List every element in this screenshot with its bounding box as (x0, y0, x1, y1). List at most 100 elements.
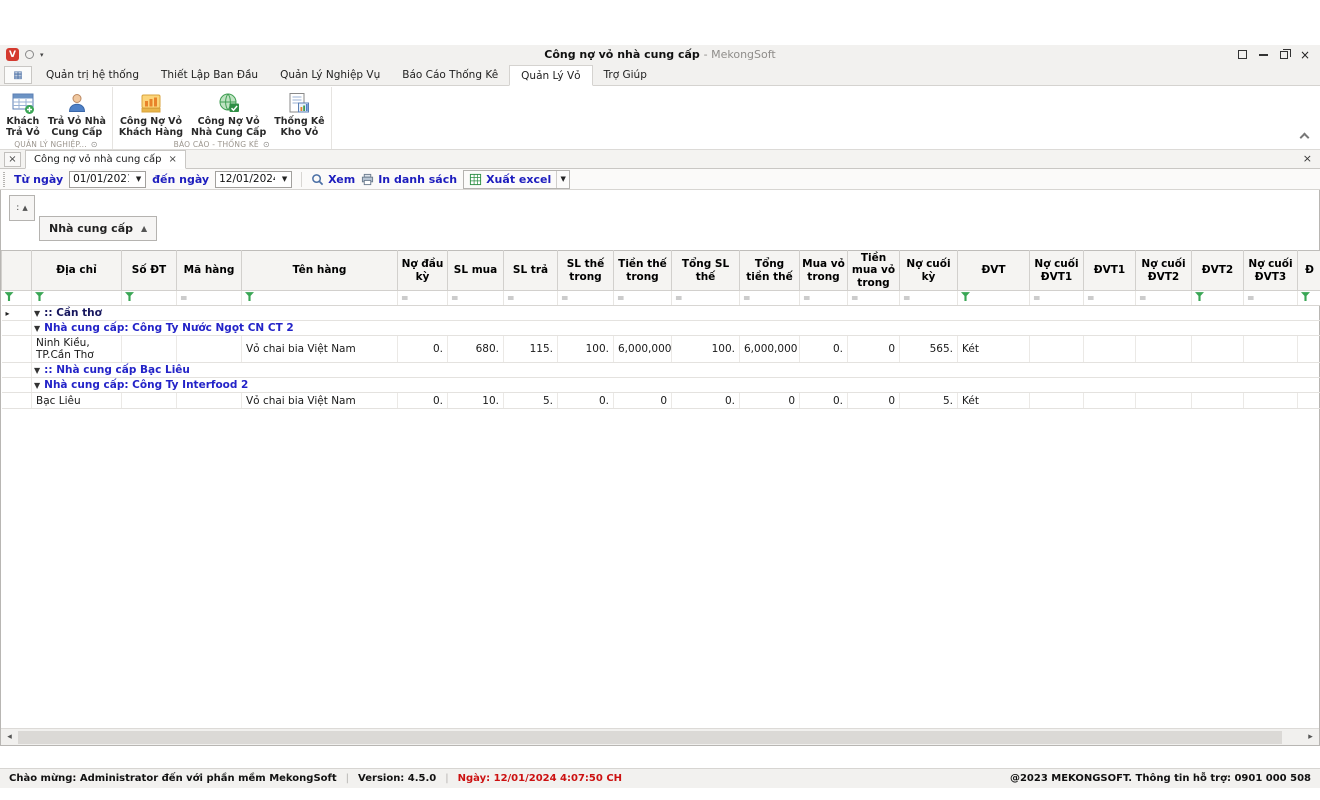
filter-cell[interactable]: = (614, 291, 672, 306)
cell-dia-chi[interactable]: Ninh Kiều, TP.Cần Thơ (32, 336, 122, 363)
col-header-mua-vo-trong[interactable]: Mua vỏ trong (800, 251, 848, 291)
cell-tong-tien-the[interactable]: 0 (740, 393, 800, 409)
ribbon-collapse-icon[interactable] (1300, 133, 1310, 143)
collapse-group-icon[interactable]: ▼ (34, 324, 40, 333)
col-header-clipped[interactable]: Đ (1298, 251, 1320, 291)
cell-no-cuoi-dvt2[interactable] (1136, 336, 1192, 363)
cell-no-cuoi-ky[interactable]: 565. (900, 336, 958, 363)
collapse-group-icon[interactable]: ▼ (34, 366, 40, 375)
col-header-no-cuoi-dvt1[interactable]: Nợ cuối ĐVT1 (1030, 251, 1084, 291)
quick-access-dropdown-icon[interactable]: ▾ (40, 51, 44, 59)
tab-tro-giup[interactable]: Trợ Giúp (593, 64, 658, 85)
col-header-sl-the-trong[interactable]: SL thế trong (558, 251, 614, 291)
data-row[interactable]: Bạc Liêu Vỏ chai bia Việt Nam 0. 10. 5. … (2, 393, 1320, 409)
filter-cell[interactable] (1298, 291, 1320, 306)
col-header-dvt2[interactable]: ĐVT2 (1192, 251, 1244, 291)
doc-close-button[interactable]: × (4, 152, 21, 167)
cell-no-dau-ky[interactable]: 0. (398, 336, 448, 363)
collapse-group-icon[interactable]: ▼ (34, 309, 40, 318)
col-header-sl-mua[interactable]: SL mua (448, 251, 504, 291)
filter-cell[interactable]: = (177, 291, 242, 306)
col-header-tong-tien-the[interactable]: Tổng tiền thế (740, 251, 800, 291)
header-indicator[interactable] (2, 251, 32, 291)
group-row-interfood-2[interactable]: ▼Nhà cung cấp: Công Ty Interfood 2 (2, 378, 1320, 393)
cong-no-vo-nha-cung-cap-button[interactable]: Công Nợ Vỏ Nhà Cung Cấp (187, 88, 270, 140)
cell-dvt2[interactable] (1192, 393, 1244, 409)
group-row-label[interactable]: ▼:: Cần thơ (32, 306, 1320, 321)
filter-cell[interactable] (242, 291, 398, 306)
col-header-no-cuoi-ky[interactable]: Nợ cuối kỳ (900, 251, 958, 291)
filter-cell[interactable]: = (1136, 291, 1192, 306)
collapse-group-icon[interactable]: ▼ (34, 381, 40, 390)
col-header-no-cuoi-dvt3[interactable]: Nợ cuối ĐVT3 (1244, 251, 1298, 291)
col-header-ma-hang[interactable]: Mã hàng (177, 251, 242, 291)
cell-no-cuoi-dvt3[interactable] (1244, 393, 1298, 409)
cell-ten-hang[interactable]: Vỏ chai bia Việt Nam (242, 393, 398, 409)
col-header-tien-mua-vo-trong[interactable]: Tiền mua vỏ trong (848, 251, 900, 291)
cell-sl-the-trong[interactable]: 0. (558, 393, 614, 409)
khach-tra-vo-button[interactable]: Khách Trả Vỏ (2, 88, 44, 140)
cell-dia-chi[interactable]: Bạc Liêu (32, 393, 122, 409)
col-header-tien-the-trong[interactable]: Tiền thế trong (614, 251, 672, 291)
cell-tien-the-trong[interactable]: 0 (614, 393, 672, 409)
tab-thiet-lap-ban-dau[interactable]: Thiết Lập Ban Đầu (150, 64, 269, 85)
doc-tab-cong-no-vo-nha-cung-cap[interactable]: Công nợ vỏ nhà cung cấp × (25, 150, 186, 169)
cell-dvt2[interactable] (1192, 336, 1244, 363)
tab-quan-ly-vo[interactable]: Quản Lý Vỏ (509, 65, 592, 86)
cell-tong-tien-the[interactable]: 6,000,000 (740, 336, 800, 363)
group-by-panel[interactable]: :▲ Nhà cung cấp ▲ (1, 190, 1319, 250)
tra-vo-nha-cung-cap-button[interactable]: Trả Vỏ Nhà Cung Cấp (44, 88, 110, 140)
filter-cell[interactable]: = (848, 291, 900, 306)
col-header-tong-sl-the[interactable]: Tổng SL thế (672, 251, 740, 291)
to-date-input[interactable] (216, 173, 278, 185)
group-dialog-launcher-icon[interactable]: ⊙ (91, 140, 98, 149)
col-header-sl-tra[interactable]: SL trả (504, 251, 558, 291)
cell-so-dt[interactable] (122, 393, 177, 409)
cell-ma-hang[interactable] (177, 393, 242, 409)
cell-tien-mua-vo-trong[interactable]: 0 (848, 336, 900, 363)
cell-no-cuoi-ky[interactable]: 5. (900, 393, 958, 409)
cell-sl-tra[interactable]: 5. (504, 393, 558, 409)
thong-ke-kho-vo-button[interactable]: Thống Kê Kho Vỏ (270, 88, 328, 140)
cell-tien-the-trong[interactable]: 6,000,000 (614, 336, 672, 363)
filter-cell[interactable] (1192, 291, 1244, 306)
filter-cell[interactable] (2, 291, 32, 306)
close-icon[interactable]: × (1300, 50, 1310, 60)
group-row-bac-lieu[interactable]: ▼:: Nhà cung cấp Bạc Liêu (2, 363, 1320, 378)
col-header-no-dau-ky[interactable]: Nợ đầu kỳ (398, 251, 448, 291)
cell-tong-sl-the[interactable]: 100. (672, 336, 740, 363)
cell-dvt1[interactable] (1084, 336, 1136, 363)
cell-mua-vo-trong[interactable]: 0. (800, 393, 848, 409)
print-list-button[interactable]: In danh sách (361, 173, 457, 186)
cell-dvt[interactable]: Két (958, 336, 1030, 363)
cell-no-cuoi-dvt3[interactable] (1244, 336, 1298, 363)
cell-sl-mua[interactable]: 680. (448, 336, 504, 363)
app-menu-button[interactable]: ▦ (4, 66, 32, 84)
cell-clipped[interactable] (1298, 336, 1320, 363)
filter-cell[interactable] (958, 291, 1030, 306)
cell-ma-hang[interactable] (177, 336, 242, 363)
chevron-down-icon[interactable]: ▼ (278, 172, 291, 187)
cell-dvt1[interactable] (1084, 393, 1136, 409)
cell-mua-vo-trong[interactable]: 0. (800, 336, 848, 363)
group-row-can-tho[interactable]: ▸ ▼:: Cần thơ (2, 306, 1320, 321)
filter-cell[interactable]: = (672, 291, 740, 306)
col-header-dia-chi[interactable]: Địa chỉ (32, 251, 122, 291)
col-header-ten-hang[interactable]: Tên hàng (242, 251, 398, 291)
cell-tien-mua-vo-trong[interactable]: 0 (848, 393, 900, 409)
tab-quan-tri-he-thong[interactable]: Quản trị hệ thống (35, 64, 150, 85)
filter-cell[interactable]: = (398, 291, 448, 306)
group-dialog-launcher-icon[interactable]: ⊙ (263, 140, 270, 149)
cell-no-dau-ky[interactable]: 0. (398, 393, 448, 409)
filter-cell[interactable]: = (448, 291, 504, 306)
cell-no-cuoi-dvt1[interactable] (1030, 393, 1084, 409)
cell-sl-the-trong[interactable]: 100. (558, 336, 614, 363)
cell-ten-hang[interactable]: Vỏ chai bia Việt Nam (242, 336, 398, 363)
from-date-combo[interactable]: ▼ (69, 171, 146, 188)
cell-sl-mua[interactable]: 10. (448, 393, 504, 409)
data-row[interactable]: Ninh Kiều, TP.Cần Thơ Vỏ chai bia Việt N… (2, 336, 1320, 363)
restore-icon[interactable] (1280, 51, 1288, 59)
horizontal-scrollbar[interactable]: ◂ ▸ (1, 728, 1319, 745)
filter-cell[interactable]: = (900, 291, 958, 306)
filter-cell[interactable]: = (740, 291, 800, 306)
